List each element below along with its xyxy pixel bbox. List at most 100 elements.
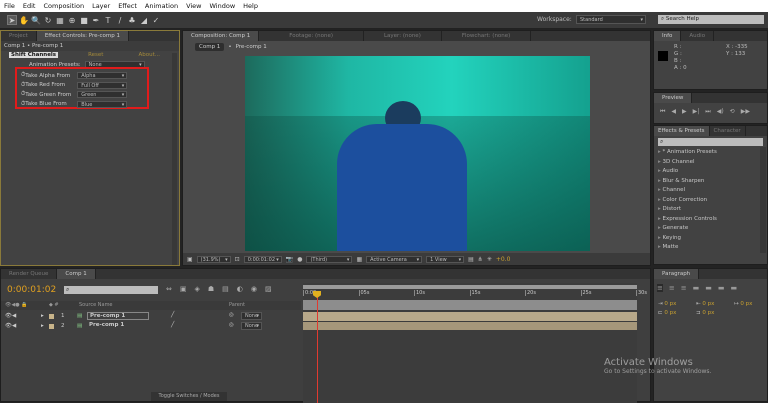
camera-tool-icon[interactable]: ▦ <box>55 16 65 26</box>
parent-pickwhip-icon[interactable]: ◎ <box>229 322 234 328</box>
draft-3d-icon[interactable]: ◈ <box>195 285 200 293</box>
timeline-timecode[interactable]: 0:00:01:02 <box>7 285 56 295</box>
camera-dropdown[interactable]: Active Camera <box>366 255 423 263</box>
tab-project[interactable]: Project <box>1 31 37 41</box>
effects-category-item[interactable]: Channel <box>654 186 767 196</box>
justify-last-right-icon[interactable]: ▬ <box>718 284 725 292</box>
effects-category-item[interactable]: Distort <box>654 205 767 215</box>
quality-switch-icon[interactable]: ╱ <box>171 312 174 318</box>
space-before-value[interactable]: 0 px <box>664 310 676 316</box>
tab-comp1[interactable]: Comp 1 <box>57 269 96 279</box>
exposure-value[interactable]: +0.0 <box>496 256 511 263</box>
menu-file[interactable]: File <box>4 2 15 10</box>
effects-category-item[interactable]: 3D Channel <box>654 158 767 168</box>
rectangle-tool-icon[interactable]: ■ <box>79 16 89 26</box>
take-blue-dropdown[interactable]: Blue <box>77 100 128 108</box>
fast-preview-icon[interactable]: ▤ <box>468 256 474 263</box>
tab-character[interactable]: Character <box>710 126 746 136</box>
align-left-icon[interactable]: ≡ <box>657 284 663 292</box>
tab-preview[interactable]: Preview <box>654 93 693 103</box>
rotate-tool-icon[interactable]: ↻ <box>43 16 53 26</box>
effects-category-item[interactable]: * Animation Presets <box>654 148 767 158</box>
layer-search-input[interactable]: ⌕ <box>64 286 158 294</box>
quality-switch-icon[interactable]: ╱ <box>171 322 174 328</box>
selection-tool-icon[interactable]: ➤ <box>7 15 17 25</box>
menu-animation[interactable]: Animation <box>145 2 178 10</box>
layer-bar-2[interactable] <box>303 322 637 330</box>
hand-tool-icon[interactable]: ✋ <box>19 16 29 26</box>
frame-blending-icon[interactable]: ▤ <box>222 285 229 293</box>
exposure-icon[interactable]: ✳ <box>487 256 492 263</box>
justify-all-icon[interactable]: ▬ <box>731 284 738 292</box>
take-red-dropdown[interactable]: Full Off <box>77 81 128 89</box>
crumb-comp[interactable]: Comp 1 <box>195 43 225 51</box>
effects-category-item[interactable]: Color Correction <box>654 196 767 206</box>
puppet-tool-icon[interactable]: ✓ <box>151 16 161 26</box>
brainstorm-icon[interactable]: ▨ <box>265 285 272 293</box>
expand-arrow-icon[interactable]: ▸ <box>41 323 44 329</box>
snapshot-icon[interactable]: 📷 <box>286 256 293 263</box>
menu-edit[interactable]: Edit <box>23 2 36 10</box>
effects-category-item[interactable]: Audio <box>654 167 767 177</box>
visibility-icon[interactable]: 👁◀ <box>5 313 16 319</box>
tab-effects-presets[interactable]: Effects & Presets <box>654 126 710 136</box>
justify-last-center-icon[interactable]: ▬ <box>705 284 712 292</box>
hide-shy-icon[interactable]: ☗ <box>208 285 214 293</box>
crumb-precomp[interactable]: Pre-comp 1 <box>236 44 267 50</box>
effects-category-item[interactable]: Generate <box>654 224 767 234</box>
tab-paragraph[interactable]: Paragraph <box>654 269 700 279</box>
brush-tool-icon[interactable]: / <box>115 16 125 26</box>
audio-icon[interactable]: ◀) <box>717 108 724 116</box>
loop-icon[interactable]: ⟲ <box>730 108 735 116</box>
tab-info[interactable]: Info <box>654 31 682 41</box>
work-area-bar[interactable] <box>303 285 637 289</box>
menu-view[interactable]: View <box>186 2 201 10</box>
parent-pickwhip-icon[interactable]: ◎ <box>229 312 234 318</box>
first-frame-icon[interactable]: ⏮ <box>660 108 665 116</box>
text-tool-icon[interactable]: T <box>103 16 113 26</box>
expand-arrow-icon[interactable]: ▸ <box>41 313 44 319</box>
resolution-dropdown[interactable]: (Third) <box>306 255 353 263</box>
prev-frame-icon[interactable]: ◀ <box>671 108 676 116</box>
parent-dropdown[interactable]: None <box>241 322 263 330</box>
tab-effect-controls[interactable]: Effect Controls: Pre-comp 1 <box>36 31 129 41</box>
layer-name[interactable]: Pre-comp 1 <box>87 322 126 328</box>
color-icon[interactable]: ● <box>297 256 302 263</box>
layer-name[interactable]: Pre-comp 1 <box>87 312 149 320</box>
pen-tool-icon[interactable]: ✒ <box>91 16 101 26</box>
effects-category-item[interactable]: Blur & Sharpen <box>654 177 767 187</box>
graph-editor-icon[interactable]: ◉ <box>251 285 257 293</box>
transparency-icon[interactable]: ▦ <box>356 256 362 263</box>
timecode-field[interactable]: 0:00:01:02 <box>243 255 282 263</box>
label-color[interactable] <box>49 324 54 329</box>
indent-first-value[interactable]: 0 px <box>740 301 752 307</box>
grid-icon[interactable]: ▣ <box>187 256 193 263</box>
toggle-switches-modes-button[interactable]: Toggle Switches / Modes <box>151 392 227 401</box>
tab-flowchart[interactable]: Flowchart: (none) <box>442 31 532 41</box>
comp-mini-flowchart-icon[interactable]: ⇔ <box>166 285 172 293</box>
reset-link[interactable]: Reset <box>88 52 103 58</box>
parent-dropdown[interactable]: None <box>241 312 263 320</box>
zoom-dropdown[interactable]: (31.9%) <box>196 255 231 263</box>
region-icon[interactable]: ⊡ <box>235 256 240 263</box>
label-color[interactable] <box>49 314 54 319</box>
menu-help[interactable]: Help <box>243 2 258 10</box>
tab-audio[interactable]: Audio <box>681 31 715 41</box>
space-after-value[interactable]: 0 px <box>702 310 714 316</box>
effects-category-item[interactable]: Expression Controls <box>654 215 767 225</box>
live-update-icon[interactable]: ▣ <box>180 285 187 293</box>
menu-window[interactable]: Window <box>210 2 236 10</box>
effects-category-item[interactable]: Keying <box>654 234 767 244</box>
take-green-dropdown[interactable]: Green <box>77 91 128 99</box>
layer-row[interactable]: 👁◀ ▸ 2 ▤ Pre-comp 1 ╱ ◎ None <box>1 322 301 331</box>
effects-category-item[interactable]: Matte <box>654 243 767 253</box>
zoom-tool-icon[interactable]: 🔍 <box>31 16 41 26</box>
tab-render-queue[interactable]: Render Queue <box>1 269 58 279</box>
tab-layer[interactable]: Layer: (none) <box>364 31 442 41</box>
clone-stamp-icon[interactable]: ♣ <box>127 16 137 26</box>
menu-composition[interactable]: Composition <box>43 2 84 10</box>
menu-effect[interactable]: Effect <box>118 2 137 10</box>
tab-composition[interactable]: Composition: Comp 1 <box>183 31 260 41</box>
align-center-icon[interactable]: ≡ <box>669 284 675 292</box>
last-frame-icon[interactable]: ⏭ <box>705 108 710 116</box>
